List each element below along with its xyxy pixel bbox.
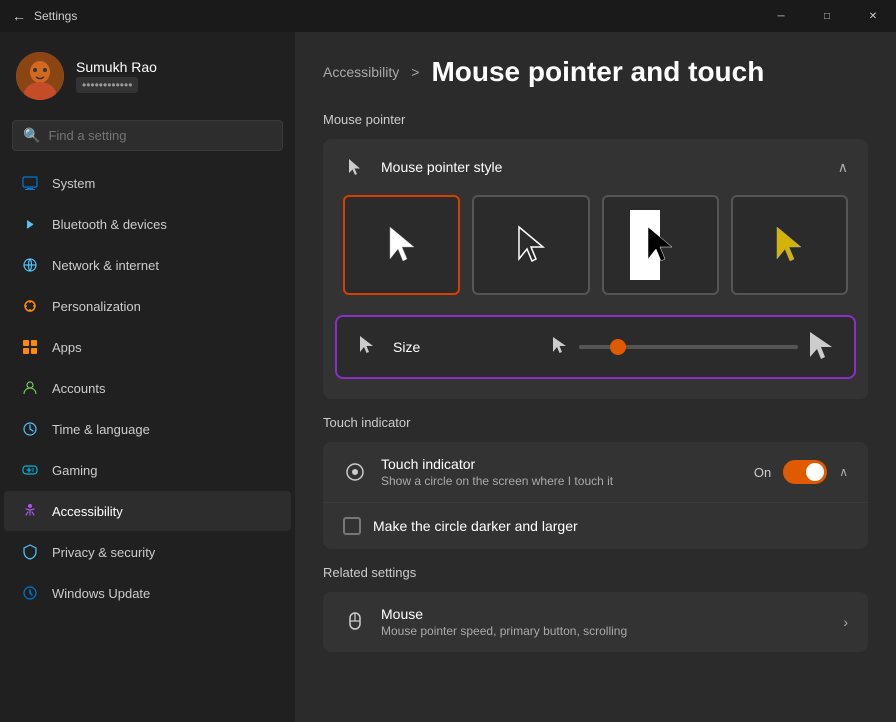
- gaming-label: Gaming: [52, 463, 98, 478]
- close-button[interactable]: ✕: [850, 0, 896, 32]
- checkbox-row: Make the circle darker and larger: [323, 502, 868, 549]
- sidebar-item-system[interactable]: System: [4, 163, 291, 203]
- main-content: Accessibility > Mouse pointer and touch …: [295, 32, 896, 722]
- sidebar-item-personalization[interactable]: Personalization: [4, 286, 291, 326]
- pointer-style-icon: [343, 155, 367, 179]
- time-icon: [20, 419, 40, 439]
- size-slider-track[interactable]: [579, 345, 798, 349]
- network-label: Network & internet: [52, 258, 159, 273]
- search-input[interactable]: [48, 128, 272, 143]
- user-name: Sumukh Rao: [76, 59, 157, 75]
- user-profile[interactable]: Sumukh Rao ••••••••••••: [0, 44, 295, 116]
- touch-chevron-up-icon: ∧: [839, 465, 848, 479]
- time-label: Time & language: [52, 422, 150, 437]
- minimize-button[interactable]: ─: [758, 0, 804, 32]
- mouse-pointer-card: Mouse pointer style ∧: [323, 139, 868, 399]
- page-header: Accessibility > Mouse pointer and touch: [323, 56, 868, 88]
- related-item-mouse[interactable]: Mouse Mouse pointer speed, primary butto…: [323, 592, 868, 652]
- size-row: Size: [335, 315, 856, 379]
- darker-circle-label: Make the circle darker and larger: [373, 518, 578, 534]
- sidebar-item-windows[interactable]: Windows Update: [4, 573, 291, 613]
- mouse-icon: [343, 610, 367, 634]
- back-icon[interactable]: ←: [12, 8, 26, 24]
- cursor-small-icon: [551, 336, 569, 358]
- slider-container: [551, 331, 834, 363]
- pointer-option-yellow[interactable]: [731, 195, 848, 295]
- cursor-large-icon: [808, 331, 834, 363]
- size-label: Size: [393, 339, 535, 355]
- sidebar: Sumukh Rao •••••••••••• 🔍 System Bluetoo…: [0, 32, 295, 722]
- privacy-label: Privacy & security: [52, 545, 155, 560]
- touch-indicator-title: Touch indicator: [381, 456, 613, 472]
- system-label: System: [52, 176, 95, 191]
- pointer-style-header[interactable]: Mouse pointer style ∧: [323, 139, 868, 195]
- bluetooth-icon: [20, 214, 40, 234]
- pointer-options: [323, 195, 868, 315]
- apps-icon: [20, 337, 40, 357]
- network-icon: [20, 255, 40, 275]
- touch-icon: [343, 460, 367, 484]
- pointer-style-label: Mouse pointer style: [381, 159, 502, 175]
- size-small-cursor-icon: [357, 335, 377, 359]
- titlebar-title: Settings: [34, 9, 77, 23]
- sidebar-item-network[interactable]: Network & internet: [4, 245, 291, 285]
- system-icon: [20, 173, 40, 193]
- titlebar: ← Settings ─ □ ✕: [0, 0, 896, 32]
- pointer-option-white[interactable]: [343, 195, 460, 295]
- toggle-on-label: On: [754, 465, 771, 480]
- related-settings-card: Mouse Mouse pointer speed, primary butto…: [323, 592, 868, 652]
- privacy-icon: [20, 542, 40, 562]
- pointer-option-outline[interactable]: [472, 195, 589, 295]
- mouse-chevron-right-icon: ›: [843, 614, 848, 630]
- page-title: Mouse pointer and touch: [431, 56, 764, 88]
- bluetooth-label: Bluetooth & devices: [52, 217, 167, 232]
- touch-indicator-card: Touch indicator Show a circle on the scr…: [323, 442, 868, 549]
- accessibility-label: Accessibility: [52, 504, 123, 519]
- avatar: [16, 52, 64, 100]
- chevron-up-icon: ∧: [838, 159, 848, 176]
- sidebar-item-bluetooth[interactable]: Bluetooth & devices: [4, 204, 291, 244]
- pointer-option-invert[interactable]: [602, 195, 719, 295]
- accessibility-icon: [20, 501, 40, 521]
- sidebar-item-privacy[interactable]: Privacy & security: [4, 532, 291, 572]
- windows-label: Windows Update: [52, 586, 150, 601]
- darker-circle-checkbox[interactable]: [343, 517, 361, 535]
- mouse-subtitle: Mouse pointer speed, primary button, scr…: [381, 624, 627, 638]
- windows-update-icon: [20, 583, 40, 603]
- user-email: ••••••••••••: [76, 77, 138, 93]
- touch-toggle[interactable]: [783, 460, 827, 484]
- mouse-pointer-section-title: Mouse pointer: [323, 112, 868, 127]
- mouse-title: Mouse: [381, 606, 627, 622]
- accounts-label: Accounts: [52, 381, 105, 396]
- sidebar-item-time[interactable]: Time & language: [4, 409, 291, 449]
- personalization-icon: [20, 296, 40, 316]
- accounts-icon: [20, 378, 40, 398]
- sidebar-item-apps[interactable]: Apps: [4, 327, 291, 367]
- search-icon: 🔍: [23, 127, 40, 144]
- maximize-button[interactable]: □: [804, 0, 850, 32]
- gaming-icon: [20, 460, 40, 480]
- search-box[interactable]: 🔍: [12, 120, 283, 151]
- sidebar-item-accessibility[interactable]: Accessibility: [4, 491, 291, 531]
- touch-indicator-section-title: Touch indicator: [323, 415, 868, 430]
- related-settings-title: Related settings: [323, 565, 868, 580]
- breadcrumb-arrow: >: [411, 64, 419, 80]
- touch-indicator-header[interactable]: Touch indicator Show a circle on the scr…: [323, 442, 868, 502]
- apps-label: Apps: [52, 340, 82, 355]
- breadcrumb-parent[interactable]: Accessibility: [323, 64, 399, 80]
- personalization-label: Personalization: [52, 299, 141, 314]
- sidebar-item-accounts[interactable]: Accounts: [4, 368, 291, 408]
- sidebar-item-gaming[interactable]: Gaming: [4, 450, 291, 490]
- touch-indicator-subtitle: Show a circle on the screen where I touc…: [381, 474, 613, 488]
